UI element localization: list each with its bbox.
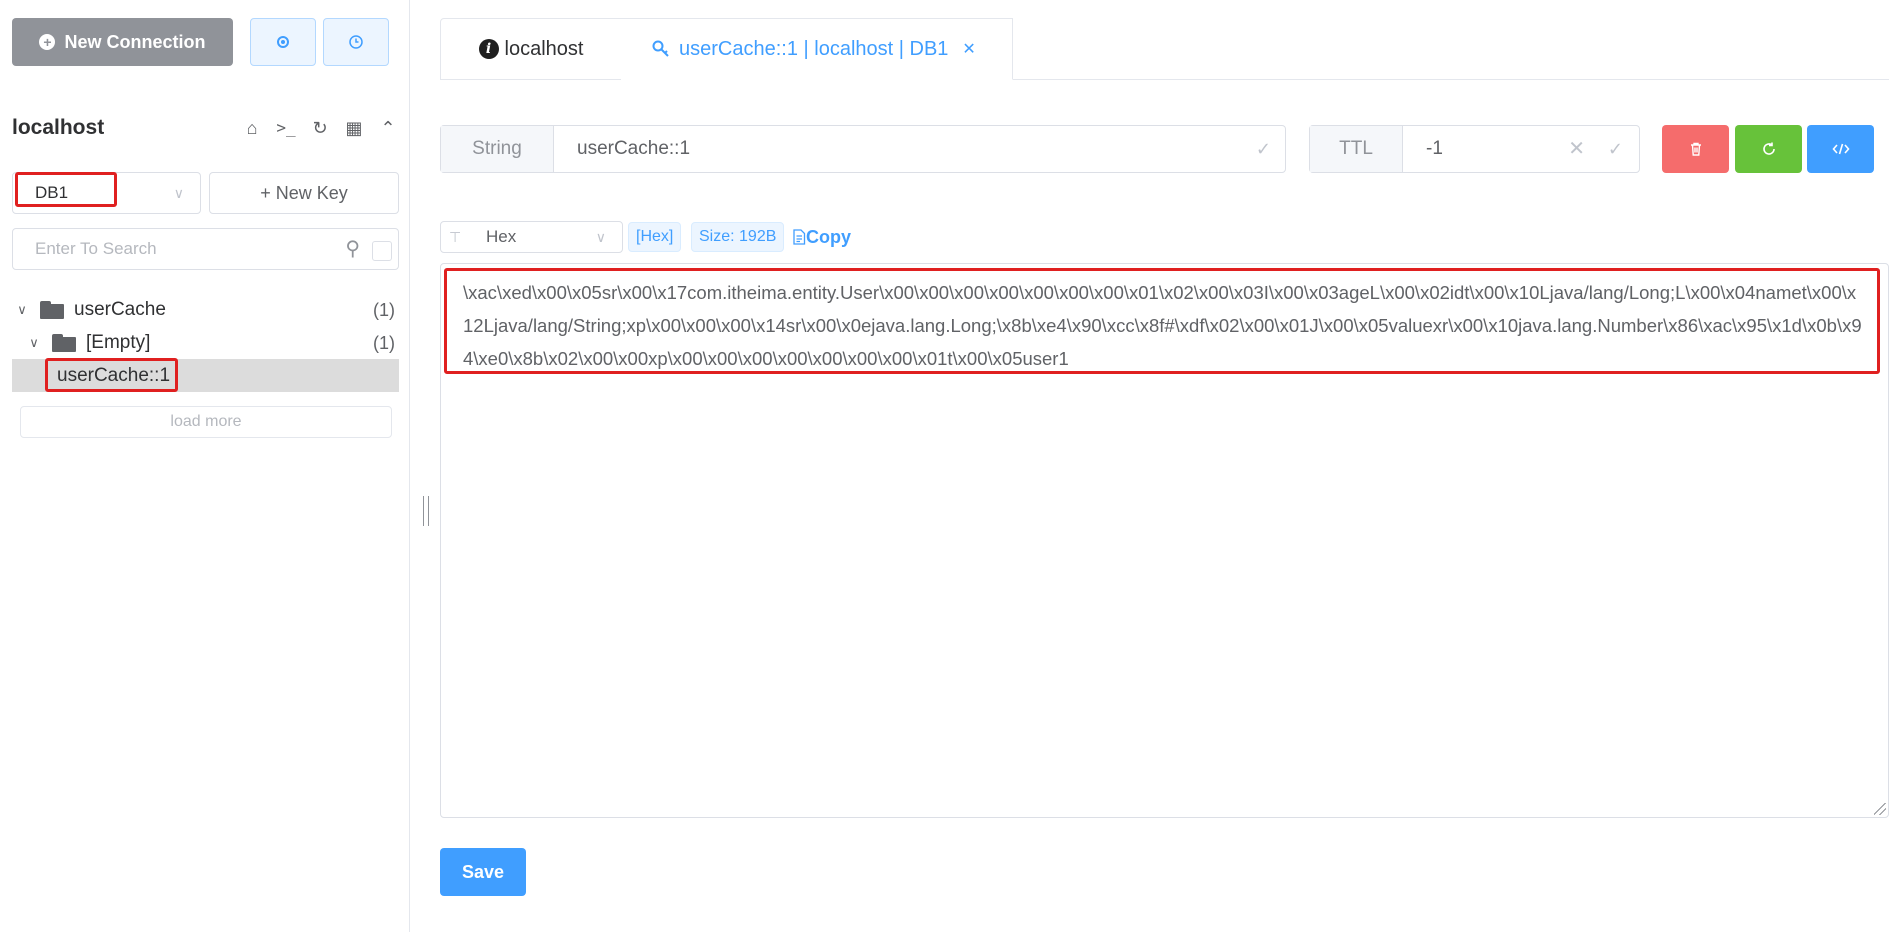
- ttl-label: TTL: [1310, 126, 1403, 172]
- terminal-icon[interactable]: >_: [274, 116, 298, 140]
- check-icon[interactable]: ✓: [1256, 126, 1271, 172]
- format-select[interactable]: ⊤ Hex ∨: [440, 221, 623, 253]
- close-icon[interactable]: ✕: [962, 39, 975, 59]
- tab-localhost[interactable]: i localhost: [440, 18, 622, 80]
- db-select[interactable]: DB1 ∨: [12, 172, 201, 214]
- sitemap-icon: ⊤: [449, 229, 462, 245]
- home-icon[interactable]: ⌂: [240, 116, 264, 140]
- new-connection-label: New Connection: [64, 31, 206, 52]
- format-tag: [Hex]: [628, 222, 682, 252]
- connection-name: localhost: [12, 116, 105, 139]
- chevron-down-icon: ∨: [595, 229, 606, 245]
- chevron-down-icon[interactable]: ∨: [24, 335, 44, 351]
- gear-icon: [277, 36, 289, 48]
- tab-bar: i localhost userCache::1 | localhost | D…: [440, 18, 1889, 80]
- settings-button[interactable]: [250, 18, 316, 66]
- delete-key-button[interactable]: [1662, 125, 1729, 173]
- tab-key[interactable]: userCache::1 | localhost | DB1 ✕: [621, 18, 1013, 80]
- save-button[interactable]: Save: [440, 848, 526, 896]
- info-icon: i: [478, 39, 499, 59]
- chevron-down-icon[interactable]: ∨: [12, 302, 32, 318]
- key-type-label: String: [441, 126, 554, 172]
- dump-command-button[interactable]: [1807, 125, 1874, 173]
- plus-circle-icon: +: [39, 34, 56, 50]
- search-placeholder: Enter To Search: [35, 239, 157, 258]
- tree-key-usercache-1[interactable]: userCache::1: [12, 359, 399, 392]
- load-more-button[interactable]: load more: [20, 406, 392, 438]
- check-icon[interactable]: ✓: [1608, 126, 1623, 172]
- refresh-icon: [1762, 142, 1775, 155]
- key-icon: [652, 40, 669, 57]
- grid-icon[interactable]: ▦: [342, 116, 366, 140]
- ttl-value: -1: [1426, 138, 1443, 159]
- history-button[interactable]: [323, 18, 389, 66]
- tab-label: localhost: [504, 37, 584, 60]
- search-input[interactable]: Enter To Search ⚲: [12, 228, 399, 270]
- folder-open-icon: [52, 334, 78, 352]
- new-connection-button[interactable]: + New Connection: [12, 18, 233, 66]
- trash-icon: [1690, 142, 1701, 156]
- document-icon: [793, 229, 806, 245]
- copy-label: Copy: [806, 227, 851, 247]
- tree-key-label: userCache::1: [57, 364, 171, 386]
- format-value: Hex: [486, 227, 517, 246]
- new-key-button[interactable]: + New Key: [209, 172, 399, 214]
- refresh-key-button[interactable]: [1735, 125, 1802, 173]
- tree-folder-usercache[interactable]: ∨ userCache (1): [12, 294, 399, 326]
- connection-toolbar: ⌂ >_ ↻ ▦ ⌃: [240, 116, 400, 140]
- clock-icon: [349, 35, 363, 49]
- tree-folder-empty[interactable]: ∨ [Empty] (1): [12, 327, 399, 359]
- db-select-value: DB1: [35, 183, 69, 202]
- folder-open-icon: [40, 301, 66, 319]
- ttl-input[interactable]: TTL -1 ✕ ✓: [1309, 125, 1640, 173]
- tab-label: userCache::1 | localhost | DB1: [679, 37, 949, 60]
- tree-folder-count: (1): [373, 299, 395, 320]
- resize-grip-icon[interactable]: [1874, 803, 1886, 815]
- new-key-label: + New Key: [260, 182, 348, 203]
- resize-handle[interactable]: [423, 496, 429, 526]
- size-tag: Size: 192B: [691, 222, 785, 252]
- refresh-icon[interactable]: ↻: [308, 116, 332, 140]
- tree-folder-label: userCache: [74, 299, 166, 320]
- search-icon[interactable]: ⚲: [345, 229, 360, 269]
- copy-button[interactable]: Copy: [792, 222, 851, 252]
- value-textarea[interactable]: \xac\xed\x00\x05sr\x00\x17com.itheima.en…: [440, 263, 1889, 818]
- chevron-down-icon: ∨: [173, 185, 184, 201]
- value-text: \xac\xed\x00\x05sr\x00\x17com.itheima.en…: [463, 282, 1862, 369]
- sidebar: + New Connection localhost ⌂ >_ ↻ ▦ ⌃ DB…: [0, 0, 410, 932]
- chevron-up-icon[interactable]: ⌃: [376, 116, 400, 140]
- tree-folder-count: (1): [373, 332, 395, 353]
- key-name-input[interactable]: String userCache::1 ✓: [440, 125, 1286, 173]
- exact-match-checkbox[interactable]: [372, 241, 392, 261]
- code-icon: [1831, 143, 1850, 155]
- key-name-value: userCache::1: [577, 138, 691, 159]
- tree-folder-label: [Empty]: [86, 332, 151, 353]
- clear-icon[interactable]: ✕: [1568, 126, 1585, 172]
